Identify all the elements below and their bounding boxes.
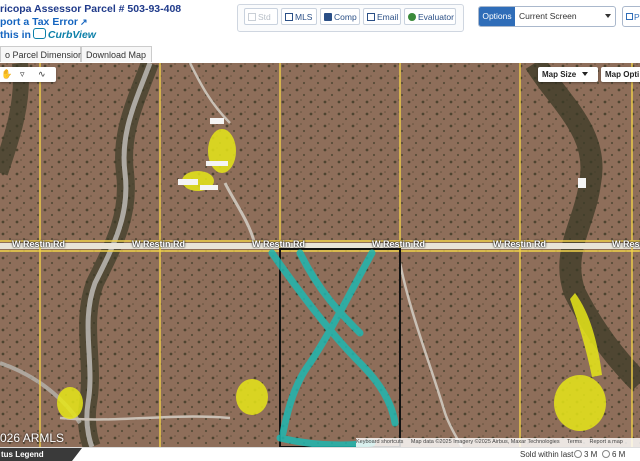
tab-parcel-dimensions[interactable]: o Parcel Dimensions [0,46,88,62]
hand-pan-icon[interactable]: ✋ [1,68,12,81]
doc-icon [248,13,256,21]
options-group: Options Current Screen [478,6,616,27]
status-legend-toggle[interactable]: tus Legend [0,448,72,461]
map-options-dropdown[interactable]: Map Opti [601,67,640,82]
armls-watermark: 026 ARMLS [0,431,65,445]
satellite-map[interactable]: ✋ ▿ ∿ Map Size Map Opti W Restin Rd W Re… [0,63,640,447]
report-tax-error-link[interactable]: port a Tax Error ↗ [0,16,88,28]
keyboard-shortcuts-link[interactable]: Keyboard shortcuts [356,439,403,445]
road-label: W Restin Rd [252,239,305,249]
chevron-down-icon [605,14,611,18]
map-data-credit: Map data ©2025 Imagery ©2025 Airbus, Max… [410,439,560,445]
report-header: ricopa Assessor Parcel # 503-93-408 port… [0,0,640,46]
std-button-label: Std [258,12,271,22]
marker-icon[interactable]: ▿ [20,68,25,81]
comp-button-label: Comp [334,12,357,22]
report-toolbar: Std MLS Comp Email Evaluator [237,4,464,32]
evaluator-button-label: Evaluator [418,12,454,22]
tab-download-map[interactable]: Download Map [81,46,152,62]
curbview-logo-icon [32,28,46,39]
report-map-error-link[interactable]: Report a map [590,439,623,445]
email-button[interactable]: Email [363,8,401,25]
report-tax-error-label: port a Tax Error [0,16,78,28]
road-label: W Restin Rd [372,239,425,249]
road-label: W Restin Rd [132,239,185,249]
map-imagery [0,63,640,447]
legend-tab-shape [72,448,82,461]
std-button[interactable]: Std [244,8,278,25]
sold-3m-radio[interactable] [574,450,582,458]
comp-button[interactable]: Comp [320,8,360,25]
map-size-dropdown[interactable]: Map Size [538,67,598,82]
terms-link[interactable]: Terms [567,439,582,445]
drawing-tools: ✋ ▿ ∿ [0,67,56,82]
sold-within-label: Sold within last [520,450,574,459]
road-label: W Restin Rd [612,239,640,249]
mls-button-label: MLS [295,12,313,22]
chevron-down-icon [582,72,589,76]
sold-3m-label: 3 M [584,450,598,459]
print-button[interactable]: P [622,6,640,27]
grid-icon [285,13,293,21]
map-tabs: o Parcel Dimensions Download Map [0,46,640,64]
polyline-icon[interactable]: ∿ [38,68,46,81]
comp-icon [324,13,332,21]
map-footer: tus Legend Sold within last 3 M 6 M [0,447,640,461]
envelope-icon [367,13,375,21]
email-button-label: Email [377,12,399,22]
parcel-title: ricopa Assessor Parcel # 503-93-408 [0,3,182,15]
print-scope-select[interactable]: Current Screen [519,7,577,26]
options-button[interactable]: Options [479,7,515,26]
sold-6m-label: 6 M [612,450,626,459]
print-button-label: P [634,12,640,22]
road-label: W Restin Rd [12,239,65,249]
road-label: W Restin Rd [493,239,546,249]
evaluator-button[interactable]: Evaluator [404,8,456,25]
curbview-prefix: this in [0,29,31,41]
sold-6m-radio[interactable] [602,450,610,458]
external-link-icon: ↗ [80,17,88,27]
map-attribution: Keyboard shortcuts Map data ©2025 Imager… [356,438,640,447]
map-size-label: Map Size [542,70,577,79]
curbview-logo-text: CurbView [47,29,96,41]
curbview-link[interactable]: this in CurbView [0,28,96,41]
mls-button[interactable]: MLS [281,8,317,25]
print-icon [626,13,633,20]
evaluator-icon [408,13,416,21]
